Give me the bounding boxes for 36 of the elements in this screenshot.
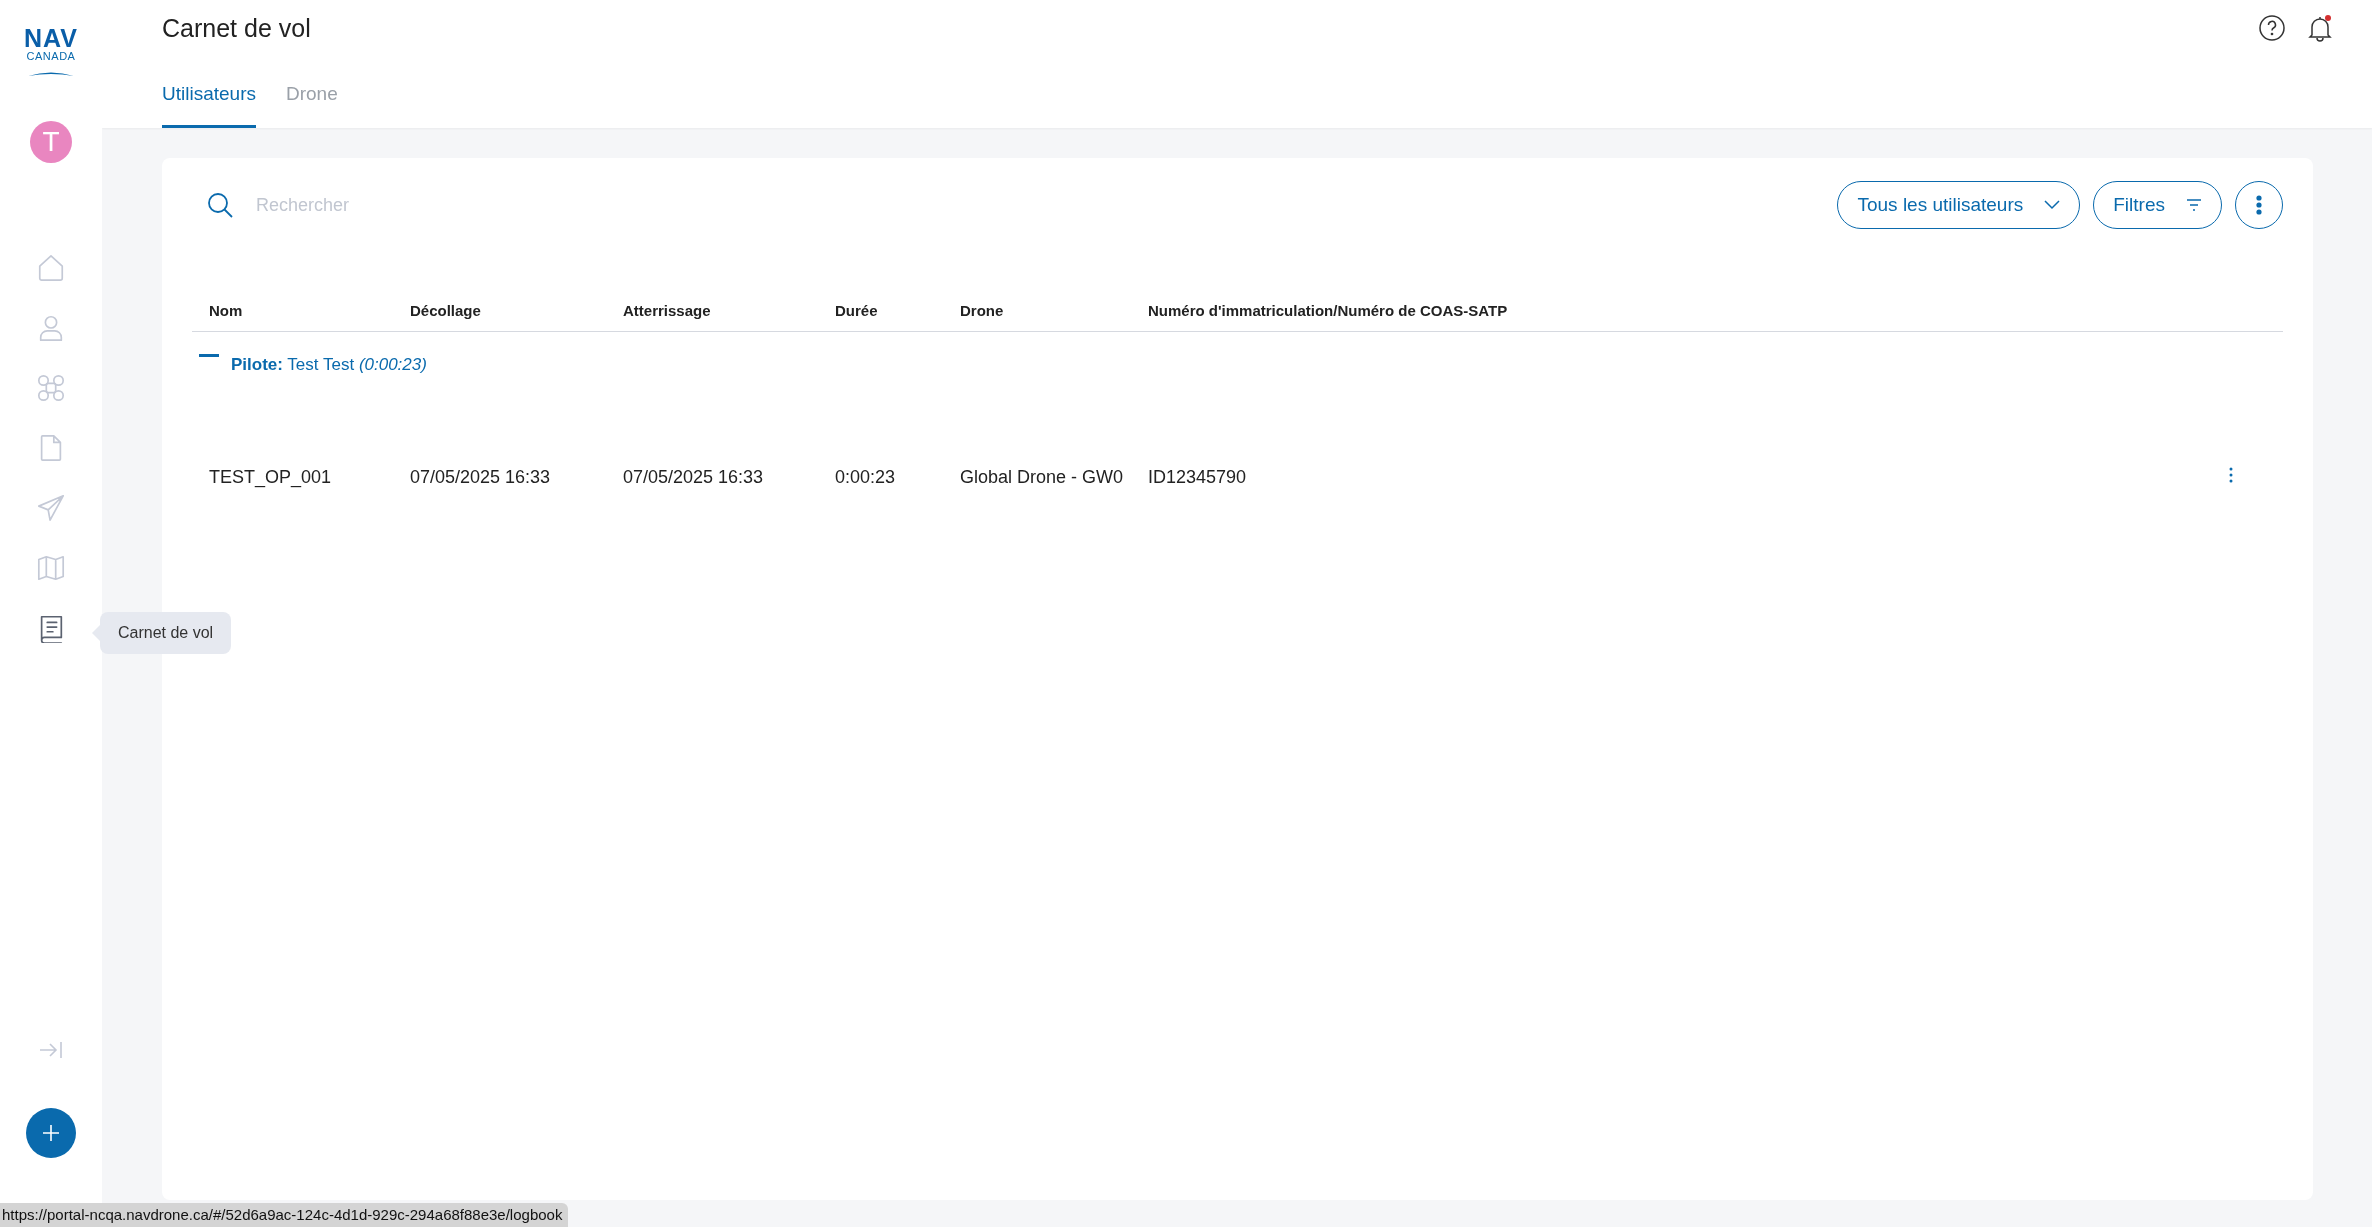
tooltip-pointer-icon [92,625,100,641]
filters-button[interactable]: Filtres [2093,181,2222,229]
minus-icon [199,354,219,357]
tooltip: Carnet de vol [100,612,232,654]
plus-icon [42,1124,60,1142]
column-header: Décollage [393,302,606,332]
status-bar-url: https://portal-ncqa.navdrone.ca/#/52d6a9ac-124c-4d1d-929c-294a68f88e3e/logbook [0,1203,569,1227]
help-icon[interactable] [2258,14,2286,42]
table-cell-text: Global Drone - GW0 [959,466,1125,488]
notification-bell-icon[interactable] [2306,14,2334,42]
table-cell-text: 07/05/2025 16:33 [622,466,765,488]
column-header: Atterrissage [606,302,818,332]
home-icon [36,253,66,283]
logo-text: NAV [24,26,78,50]
column-header: Durée [818,302,943,332]
table-cell-text: 0:00:23 [834,466,897,488]
column-header: Nom [192,302,393,332]
add-button[interactable] [26,1108,76,1158]
more-icon [2256,195,2262,215]
table-cell-text: 07/05/2025 16:33 [409,466,552,488]
column-header: Numéro d'immatriculation/Numéro de COAS-SATP [1131,302,2223,332]
logo-subtitle: CANADA [26,50,76,63]
table-cell-text: ID12345790 [1147,466,1248,488]
table-cell-text: TEST_OP_001 [208,466,333,488]
more-button[interactable] [2235,181,2283,229]
filter-icon [2185,196,2203,214]
map-icon [36,553,66,583]
column-header: Drone [943,302,1131,332]
user-filter-dropdown[interactable]: Tous les utilisateurs [1837,181,2081,229]
more-icon [2229,467,2233,483]
drone-icon [36,373,66,403]
pilot-group-label: Pilote: Test Test (0:00:23) [231,355,427,375]
send-icon [36,493,66,523]
search-icon [206,191,234,219]
page-title: Carnet de vol [162,14,312,44]
tab[interactable]: Utilisateurs [162,83,256,128]
